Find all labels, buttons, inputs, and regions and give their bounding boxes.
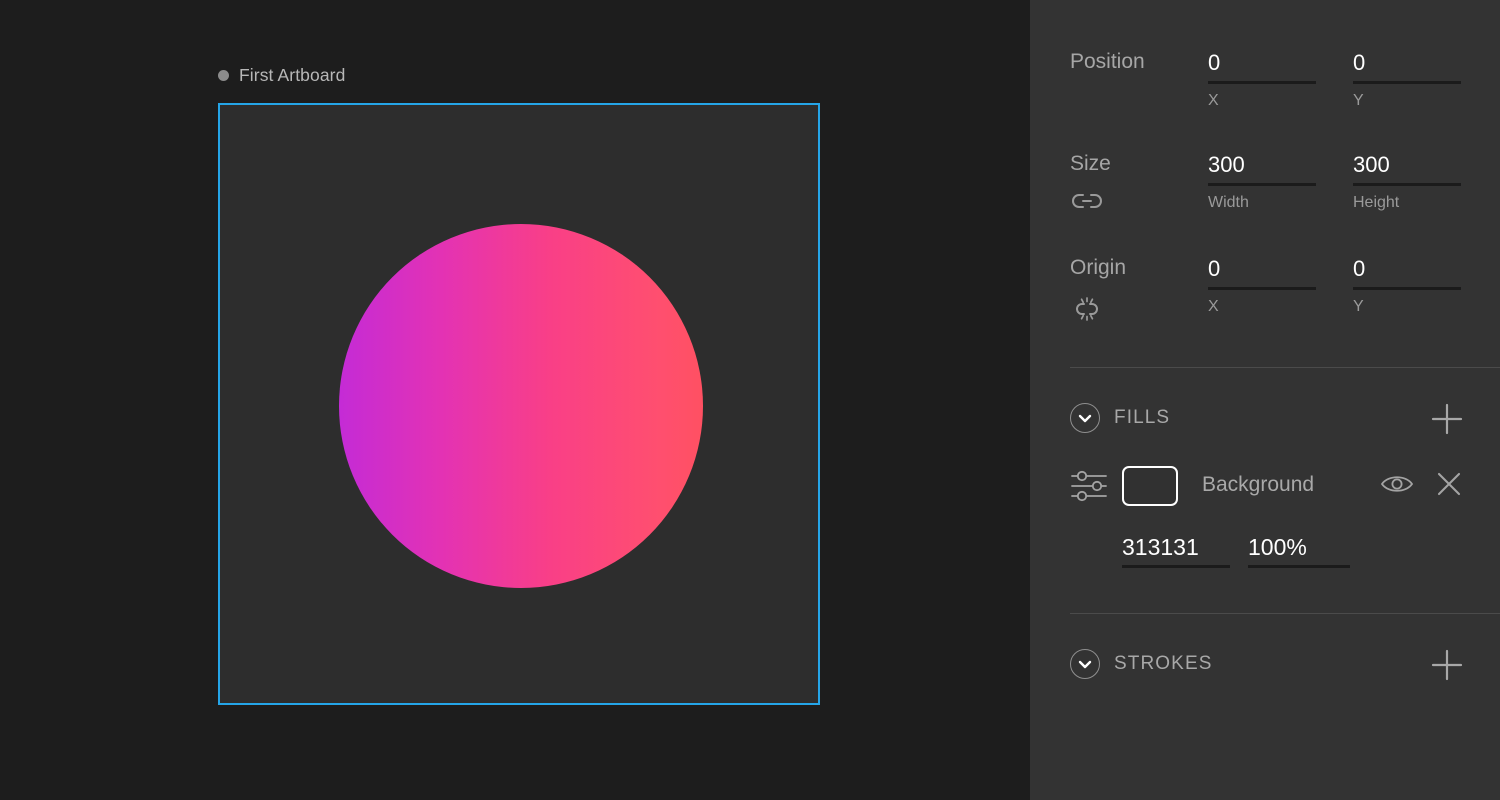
add-stroke-button[interactable] xyxy=(1430,648,1464,682)
position-y-field[interactable]: 0 Y xyxy=(1353,50,1461,110)
fills-section-header: FILLS xyxy=(1030,403,1500,437)
fill-name-label: Background xyxy=(1202,473,1315,496)
size-height-value: 300 xyxy=(1353,152,1390,177)
property-row-size: Size 300 Width 300 Height xyxy=(1030,152,1500,242)
origin-x-sublabel: X xyxy=(1208,298,1219,315)
design-tool-window: First Artboard Position 0 X 0 Y Size 300… xyxy=(0,0,1500,800)
artboard-title: First Artboard xyxy=(239,64,346,85)
field-underline xyxy=(1122,565,1230,568)
position-y-value: 0 xyxy=(1353,50,1366,75)
divider xyxy=(1070,613,1500,614)
position-x-field[interactable]: 0 X xyxy=(1208,50,1316,110)
property-label-size: Size xyxy=(1070,152,1111,175)
field-underline xyxy=(1353,287,1461,290)
property-label-origin: Origin xyxy=(1070,256,1127,279)
field-underline xyxy=(1208,183,1316,186)
sliders-icon[interactable] xyxy=(1070,469,1108,503)
origin-x-value: 0 xyxy=(1208,256,1221,281)
field-underline xyxy=(1208,81,1316,84)
size-width-field[interactable]: 300 Width xyxy=(1208,152,1316,212)
field-underline xyxy=(1208,287,1316,290)
field-underline xyxy=(1353,183,1461,186)
origin-y-sublabel: Y xyxy=(1353,298,1364,315)
property-row-origin: Origin 0 X 0 Y xyxy=(1030,256,1500,346)
fills-section-title: FILLS xyxy=(1114,407,1171,428)
ellipse-shape[interactable] xyxy=(339,224,703,588)
link-icon[interactable] xyxy=(1070,190,1104,212)
size-height-field[interactable]: 300 Height xyxy=(1353,152,1461,212)
canvas-area[interactable]: First Artboard xyxy=(0,0,1030,800)
fill-hex-field[interactable]: 313131 xyxy=(1122,533,1230,568)
size-width-sublabel: Width xyxy=(1208,194,1249,211)
eye-icon[interactable] xyxy=(1380,471,1414,497)
close-icon[interactable] xyxy=(1434,469,1464,499)
strokes-section-title: STROKES xyxy=(1114,653,1213,674)
add-fill-button[interactable] xyxy=(1430,402,1464,436)
origin-y-field[interactable]: 0 Y xyxy=(1353,256,1461,316)
fill-opacity-field[interactable]: 100% xyxy=(1248,533,1350,568)
artboard-status-dot-icon xyxy=(218,69,229,81)
fill-hex-value: 313131 xyxy=(1122,534,1199,560)
strokes-section-header: STROKES xyxy=(1030,649,1500,683)
inspector-panel: Position 0 X 0 Y Size 300 Width 300 Heig… xyxy=(1030,0,1500,800)
position-x-value: 0 xyxy=(1208,50,1221,75)
fill-opacity-value: 100% xyxy=(1248,534,1307,560)
fill-color-swatch[interactable] xyxy=(1122,466,1178,506)
fills-collapse-button[interactable] xyxy=(1070,403,1100,433)
field-underline xyxy=(1248,565,1350,568)
strokes-collapse-button[interactable] xyxy=(1070,649,1100,679)
fill-item-row: Background xyxy=(1030,463,1500,511)
fill-value-row: 313131 100% xyxy=(1030,533,1500,579)
origin-y-value: 0 xyxy=(1353,256,1366,281)
property-label-position: Position xyxy=(1070,50,1145,73)
artboard-label[interactable]: First Artboard xyxy=(218,62,345,88)
size-width-value: 300 xyxy=(1208,152,1245,177)
field-underline xyxy=(1353,81,1461,84)
property-row-position: Position 0 X 0 Y xyxy=(1030,50,1500,140)
size-height-sublabel: Height xyxy=(1353,194,1400,211)
origin-icon[interactable] xyxy=(1070,296,1104,321)
position-y-sublabel: Y xyxy=(1353,92,1364,109)
position-x-sublabel: X xyxy=(1208,92,1219,109)
divider xyxy=(1070,367,1500,368)
origin-x-field[interactable]: 0 X xyxy=(1208,256,1316,316)
artboard[interactable] xyxy=(218,103,820,705)
